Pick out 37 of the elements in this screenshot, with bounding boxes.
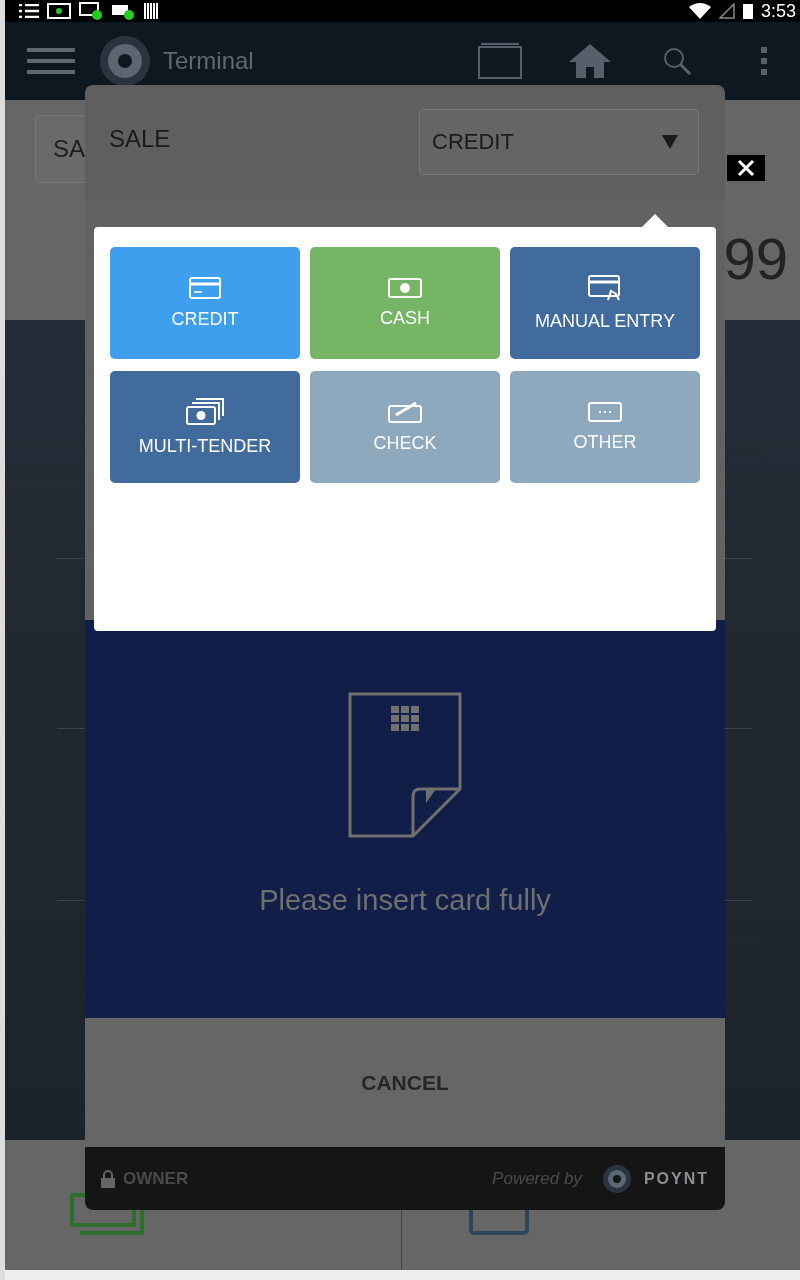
window-icon[interactable] — [478, 43, 522, 79]
tender-option[interactable]: OTHER — [510, 371, 700, 483]
dialog-title: SALE — [109, 125, 171, 153]
app-title: Terminal — [163, 47, 254, 75]
logo-icon — [99, 35, 151, 87]
more-icon[interactable] — [760, 46, 768, 76]
wifi-icon — [688, 3, 711, 19]
barcode-icon — [143, 3, 159, 19]
screen-icon — [47, 3, 71, 19]
cancel-button[interactable]: CANCEL — [85, 1018, 725, 1147]
status-time: 3:53 — [760, 0, 796, 22]
lock-icon — [101, 1169, 115, 1188]
tender-dropdown[interactable]: CREDIT — [419, 109, 699, 175]
tender-option[interactable]: CREDIT — [110, 247, 300, 359]
tender-option[interactable]: MULTI-TENDER — [110, 371, 300, 483]
notification-icon — [111, 2, 135, 20]
tender-option[interactable]: MANUAL ENTRY — [510, 247, 700, 359]
brand-name: POYNT — [643, 1169, 709, 1188]
menu-icon[interactable] — [27, 47, 75, 75]
search-icon[interactable] — [662, 46, 692, 76]
insert-card-message: Please insert card fully — [259, 884, 551, 917]
caret-icon — [662, 135, 678, 149]
banknotes-icon — [186, 397, 224, 426]
banknote-icon — [388, 277, 422, 298]
tender-option[interactable]: CASH — [310, 247, 500, 359]
card-insert-icon — [346, 690, 464, 840]
check-pen-icon — [388, 400, 422, 423]
notification-icon — [79, 2, 103, 20]
close-icon[interactable] — [727, 155, 765, 181]
signal-icon — [718, 3, 735, 19]
list-icon — [19, 4, 39, 18]
battery-icon — [742, 3, 753, 19]
home-icon[interactable] — [568, 43, 612, 79]
tender-option[interactable]: CHECK — [310, 371, 500, 483]
logo-icon — [601, 1163, 632, 1194]
amount-text: 99 — [723, 225, 788, 293]
credit-card-icon — [189, 276, 221, 299]
